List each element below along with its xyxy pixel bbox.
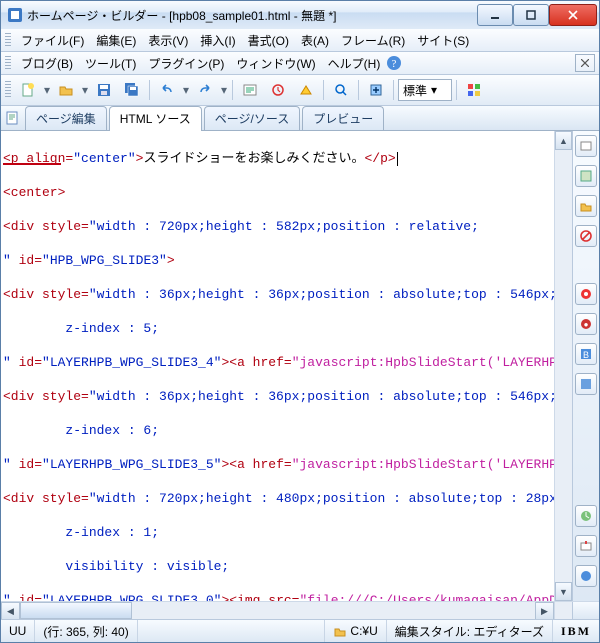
status-edit-style: 編集スタイル: エディターズ (387, 620, 553, 642)
help-icon[interactable]: ? (386, 55, 402, 71)
dropdown-icon[interactable]: ▾ (182, 83, 190, 97)
undo-button[interactable] (154, 77, 180, 103)
ibm-logo: IBM (553, 624, 599, 639)
window-title: ホームページ・ビルダー - [hpb08_sample01.html - 無題 … (27, 7, 477, 24)
scroll-down-button[interactable]: ▼ (555, 582, 572, 601)
annotation-underline-1 (3, 162, 61, 165)
side-button-9[interactable] (575, 505, 597, 527)
menu-edit[interactable]: 編集(E) (90, 30, 142, 51)
editor-body: <p align="center">スライドショーをお楽しみください。</p> … (1, 131, 599, 601)
dropdown-icon[interactable]: ▾ (220, 83, 228, 97)
grip-icon (5, 33, 11, 47)
side-button-8[interactable] (575, 373, 597, 395)
svg-text:●: ● (584, 320, 589, 329)
view-tabs: ページ編集 HTML ソース ページ/ソース プレビュー (1, 106, 599, 131)
find-button[interactable] (328, 77, 354, 103)
side-button-2[interactable] (575, 165, 597, 187)
menu-file[interactable]: ファイル(F) (15, 30, 90, 51)
tool-button-3[interactable] (293, 77, 319, 103)
vertical-scrollbar[interactable]: ▲ ▼ (554, 131, 572, 601)
save-all-button[interactable] (119, 77, 145, 103)
text-caret (397, 152, 398, 166)
status-path: C:¥U (325, 620, 386, 642)
tab-html-source[interactable]: HTML ソース (109, 106, 202, 131)
title-bar: ホームページ・ビルダー - [hpb08_sample01.html - 無題 … (1, 1, 599, 29)
tab-page-source[interactable]: ページ/ソース (204, 106, 301, 130)
menu-help[interactable]: ヘルプ(H) (322, 53, 387, 74)
side-button-7[interactable]: B (575, 343, 597, 365)
side-button-4[interactable] (575, 225, 597, 247)
document-close-button[interactable] (575, 54, 595, 72)
side-button-3[interactable] (575, 195, 597, 217)
new-button[interactable] (15, 77, 41, 103)
horizontal-scrollbar[interactable]: ◀ ▶ (1, 602, 554, 619)
menu-table[interactable]: 表(A) (295, 30, 335, 51)
redo-button[interactable] (192, 77, 218, 103)
menu-window[interactable]: ウィンドウ(W) (230, 53, 321, 74)
tab-preview[interactable]: プレビュー (302, 106, 384, 130)
style-combo[interactable]: 標準 ▾ (398, 79, 452, 101)
menu-site[interactable]: サイト(S) (411, 30, 475, 51)
side-panel: ● B (572, 131, 599, 601)
scroll-thumb[interactable] (20, 602, 132, 619)
insert-button[interactable] (363, 77, 389, 103)
side-button-6[interactable]: ● (575, 313, 597, 335)
dropdown-icon[interactable]: ▾ (43, 83, 51, 97)
svg-text:?: ? (392, 58, 397, 70)
side-button-1[interactable] (575, 135, 597, 157)
document-icon (5, 110, 21, 126)
scroll-track[interactable] (132, 602, 535, 619)
scroll-track[interactable] (555, 150, 572, 582)
menu-format[interactable]: 書式(O) (242, 30, 295, 51)
maximize-button[interactable] (513, 4, 549, 26)
dropdown-icon[interactable]: ▾ (81, 83, 89, 97)
open-button[interactable] (53, 77, 79, 103)
menu-view[interactable]: 表示(V) (142, 30, 194, 51)
scroll-corner (554, 602, 572, 619)
tab-page-edit[interactable]: ページ編集 (25, 106, 107, 130)
app-icon (7, 7, 23, 23)
menu-blog[interactable]: ブログ(B) (15, 53, 79, 74)
toolbar: ▾ ▾ ▾ ▾ 標準 ▾ (1, 75, 599, 106)
menu-insert[interactable]: 挿入(I) (194, 30, 241, 51)
menu-tool[interactable]: ツール(T) (79, 53, 142, 74)
tool-button-2[interactable] (265, 77, 291, 103)
window-control-group (477, 4, 597, 26)
menu-plugin[interactable]: プラグイン(P) (142, 53, 230, 74)
scroll-up-button[interactable]: ▲ (555, 131, 572, 150)
side-button-11[interactable] (575, 565, 597, 587)
app-window: ホームページ・ビルダー - [hpb08_sample01.html - 無題 … (0, 0, 600, 643)
status-spacer (138, 620, 326, 642)
menu-bar-2: ブログ(B) ツール(T) プラグイン(P) ウィンドウ(W) ヘルプ(H) ? (1, 52, 599, 75)
chevron-down-icon: ▾ (431, 83, 437, 97)
grip-icon (5, 81, 11, 99)
status-uu: UU (1, 620, 35, 642)
menu-frame[interactable]: フレーム(R) (335, 30, 411, 51)
menu-bar-1: ファイル(F) 編集(E) 表示(V) 挿入(I) 書式(O) 表(A) フレー… (1, 29, 599, 52)
grip-icon (5, 56, 11, 70)
close-button[interactable] (549, 4, 597, 26)
style-combo-label: 標準 (403, 82, 427, 99)
side-button-10[interactable] (575, 535, 597, 557)
side-button-5[interactable] (575, 283, 597, 305)
minimize-button[interactable] (477, 4, 513, 26)
status-bar: UU (行: 365, 列: 40) C:¥U 編集スタイル: エディターズ I… (1, 619, 599, 642)
source-editor[interactable]: <p align="center">スライドショーをお楽しみください。</p> … (1, 131, 554, 601)
svg-text:B: B (583, 350, 589, 360)
palette-button[interactable] (461, 77, 487, 103)
status-cursor-pos: (行: 365, 列: 40) (35, 620, 137, 642)
horizontal-scrollbar-row: ◀ ▶ (1, 601, 599, 619)
tool-button-1[interactable] (237, 77, 263, 103)
save-button[interactable] (91, 77, 117, 103)
